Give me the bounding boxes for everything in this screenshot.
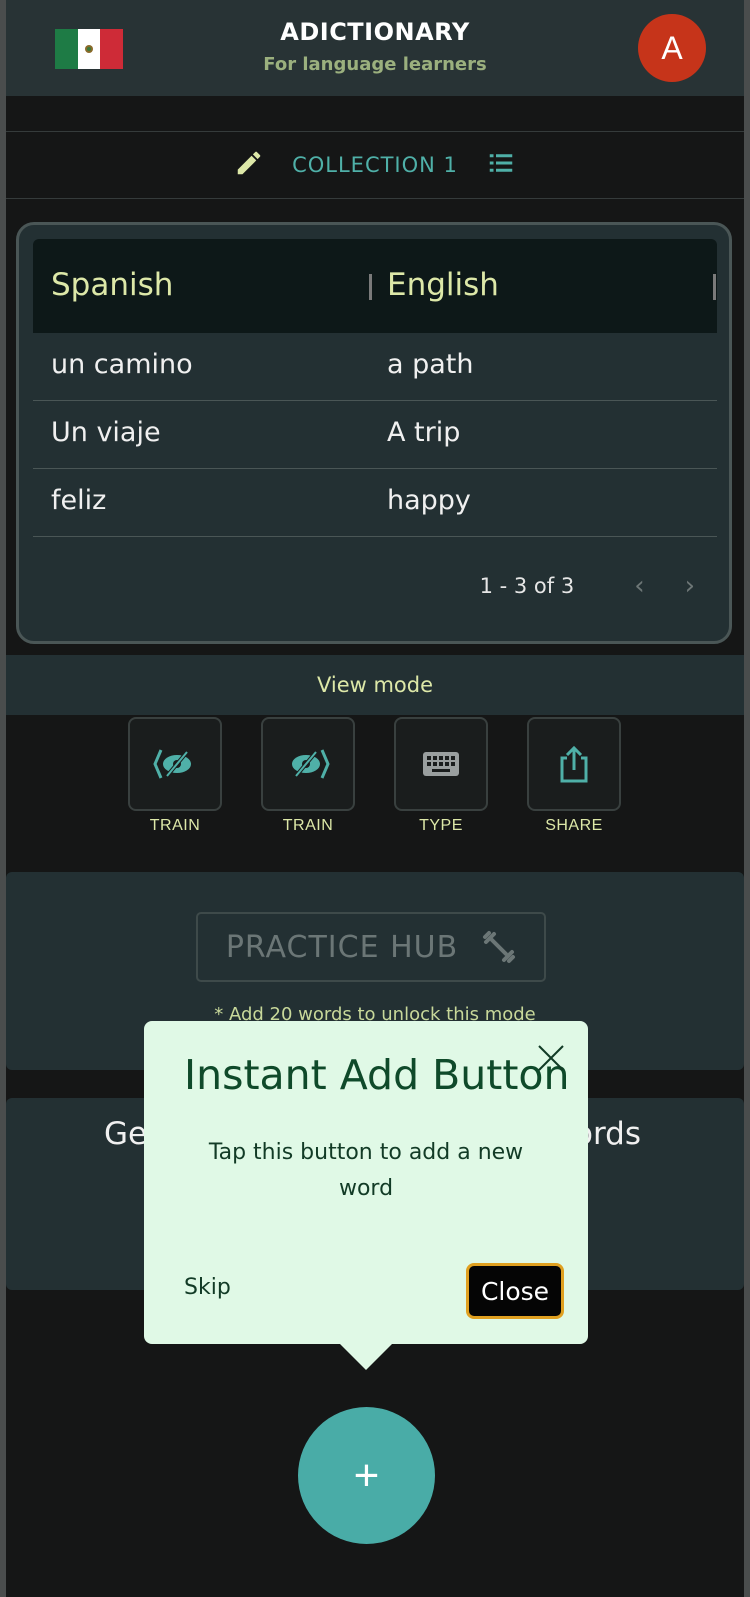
list-icon[interactable] [486, 148, 516, 183]
popover-title: Instant Add Button [184, 1051, 570, 1099]
cell-spanish: feliz [51, 485, 107, 516]
chevron-left-icon[interactable]: ‹ [634, 571, 644, 601]
pencil-icon[interactable] [234, 148, 264, 183]
share-button[interactable]: SHARE [527, 717, 621, 835]
close-icon[interactable] [536, 1043, 566, 1073]
words-table-card: Spanish English un camino a path Un viaj… [16, 222, 732, 644]
practice-hub-button[interactable]: PRACTICE HUB [196, 912, 546, 982]
column-resize-handle[interactable] [369, 274, 372, 300]
chevron-right-icon[interactable]: › [685, 571, 695, 601]
skip-button[interactable]: Skip [184, 1275, 231, 1300]
right-border [744, 0, 750, 1597]
column-resize-handle[interactable] [713, 274, 716, 300]
type-button[interactable]: TYPE [394, 717, 488, 835]
train-right-button[interactable]: TRAIN [261, 717, 355, 835]
avatar[interactable]: A [638, 14, 706, 82]
cell-spanish: Un viaje [51, 417, 161, 448]
popover-arrow [338, 1342, 394, 1370]
app-subtitle: For language learners [263, 54, 487, 75]
cell-english: a path [387, 349, 474, 380]
brand: ADICTIONARY For language learners [6, 18, 744, 75]
table-header: Spanish English [33, 239, 717, 333]
dumbbell-icon [483, 931, 516, 963]
column-header-spanish[interactable]: Spanish [51, 267, 173, 303]
hide-right-icon [292, 749, 330, 779]
cell-english: happy [387, 485, 471, 516]
mode-label: TRAIN [282, 817, 334, 834]
plus-icon: + [353, 1450, 380, 1500]
pagination: 1 - 3 of 3 ‹ › [480, 571, 695, 601]
onboarding-popover: Instant Add Button Tap this button to ad… [144, 1021, 588, 1370]
collection-name[interactable]: COLLECTION 1 [292, 153, 458, 177]
view-mode-bar[interactable]: View mode [6, 655, 744, 715]
table-row[interactable]: feliz happy [33, 469, 717, 537]
popover-body: Tap this button to add a new word [208, 1140, 524, 1201]
table-row[interactable]: un camino a path [33, 333, 717, 401]
train-left-button[interactable]: TRAIN [128, 717, 222, 835]
left-border [0, 0, 6, 1597]
table-row[interactable]: Un viaje A trip [33, 401, 717, 469]
cell-english: A trip [387, 417, 461, 448]
get-words-text-left: Ge [104, 1116, 148, 1152]
pagination-range: 1 - 3 of 3 [479, 574, 575, 598]
view-mode-label: View mode [316, 673, 434, 697]
keyboard-icon [423, 752, 459, 776]
app-header: ADICTIONARY For language learners A [6, 0, 744, 96]
mode-label: TRAIN [149, 817, 201, 834]
app-title: ADICTIONARY [280, 18, 470, 46]
add-word-button[interactable]: + [298, 1407, 435, 1544]
collection-bar: COLLECTION 1 [6, 131, 744, 199]
practice-hub-label: PRACTICE HUB [225, 929, 459, 965]
cell-spanish: un camino [51, 349, 193, 380]
hide-left-icon [153, 749, 191, 779]
share-icon [560, 745, 588, 783]
close-button[interactable]: Close [466, 1263, 564, 1319]
mode-label: SHARE [545, 817, 603, 834]
column-header-english[interactable]: English [387, 267, 499, 303]
mode-label: TYPE [419, 817, 463, 834]
